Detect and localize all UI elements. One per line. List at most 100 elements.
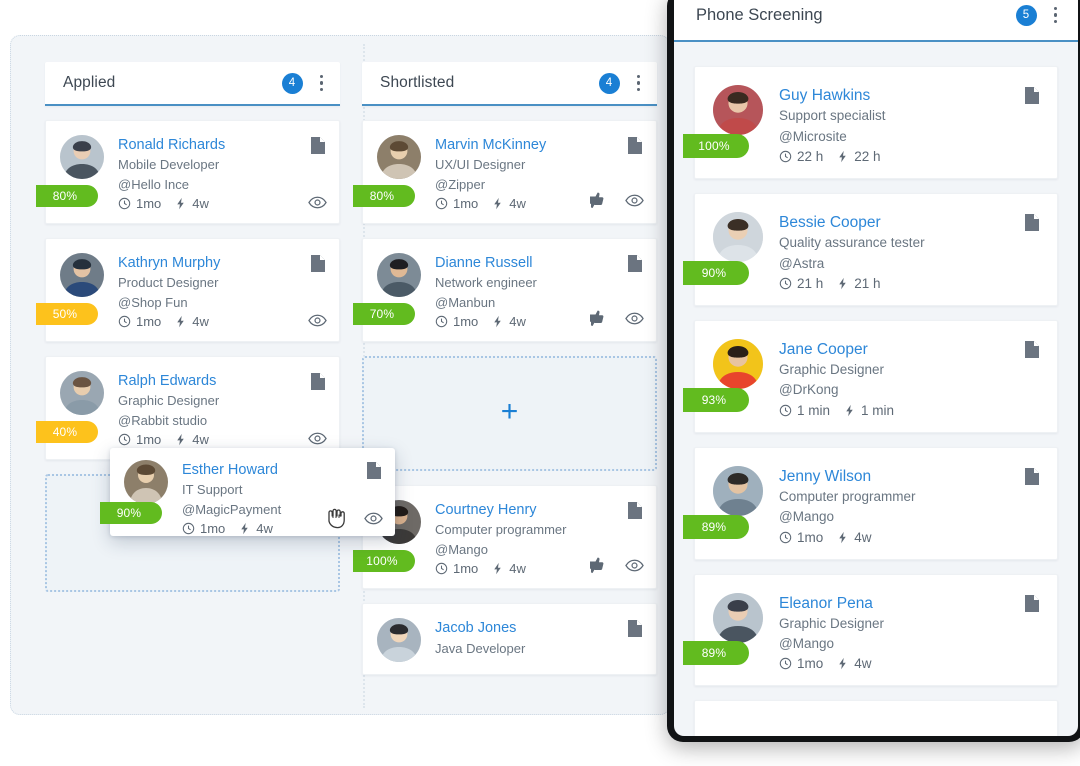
column-shortlisted: Shortlisted 4 Marvin McKinney UX/UI Desig…: [353, 62, 657, 714]
card-actions: [590, 557, 644, 574]
candidate-name[interactable]: Guy Hawkins: [779, 86, 1041, 105]
candidate-card[interactable]: Bessie Cooper Quality assurance tester @As…: [683, 192, 1058, 306]
clock-icon: [118, 433, 131, 446]
column-header-shortlisted: Shortlisted 4: [362, 62, 657, 106]
candidate-card[interactable]: Kathryn Murphy Product Designer @Shop Fun 1…: [36, 238, 340, 343]
candidate-time: 1mo: [453, 314, 479, 330]
candidate-name[interactable]: Jenny Wilson: [779, 467, 1041, 486]
match-percent-badge: 90%: [100, 502, 162, 524]
candidate-card[interactable]: Ralph Edwards Graphic Designer @Rabbit stu…: [36, 356, 340, 461]
candidate-name[interactable]: Ralph Edwards: [118, 372, 325, 390]
kebab-menu-icon[interactable]: [634, 73, 644, 94]
bolt-icon: [491, 562, 504, 575]
candidate-card[interactable]: Jacob Jones Java Developer: [362, 603, 657, 676]
candidate-name[interactable]: Eleanor Pena: [779, 594, 1041, 613]
candidate-card[interactable]: Dianne Russell Network engineer @Manbun 1mo…: [353, 238, 657, 343]
candidate-meta: 22 h 22 h: [779, 149, 1041, 164]
candidate-card[interactable]: Courtney Henry Computer programmer @Mango 1…: [353, 485, 657, 590]
match-percent-badge: 80%: [353, 185, 415, 208]
kebab-menu-icon[interactable]: [1051, 5, 1061, 26]
candidate-bolt: 4w: [509, 314, 526, 330]
candidate-name[interactable]: Jacob Jones: [435, 619, 642, 637]
column-count-badge: 4: [281, 72, 303, 94]
candidate-name[interactable]: Marvin McKinney: [435, 136, 642, 154]
match-percent-badge: 100%: [683, 133, 749, 158]
eye-icon[interactable]: [625, 312, 644, 325]
candidate-card[interactable]: Jenny Wilson Computer programmer @Mango 1mo…: [683, 446, 1058, 560]
document-icon[interactable]: [1025, 340, 1039, 358]
candidate-bolt: 4w: [256, 521, 273, 537]
candidate-company: @Hello Ince: [118, 176, 190, 192]
phone-screening-title: Phone Screening: [696, 5, 823, 24]
candidate-company: @MagicPayment: [182, 501, 282, 517]
candidate-role: Graphic Designer: [779, 615, 885, 631]
candidate-name[interactable]: Dianne Russell: [435, 254, 642, 272]
document-icon[interactable]: [628, 255, 642, 273]
document-icon[interactable]: [1025, 594, 1039, 612]
candidate-card[interactable]: Jane Cooper Graphic Designer @DrKong 1 min 1…: [683, 319, 1058, 433]
candidate-name[interactable]: Courtney Henry: [435, 501, 642, 519]
candidate-card[interactable]: Guy Hawkins Support specialist @Microsite 2…: [683, 66, 1058, 179]
candidate-role: Support specialist: [779, 108, 886, 124]
candidate-meta: 1mo 4w: [182, 521, 381, 536]
document-icon[interactable]: [311, 137, 325, 154]
eye-icon[interactable]: [364, 512, 383, 525]
document-icon[interactable]: [311, 373, 325, 391]
column-card-list-lower: Courtney Henry Computer programmer @Mango 1…: [353, 485, 657, 676]
candidate-name[interactable]: Ronald Richards: [118, 136, 325, 154]
clock-icon: [435, 562, 448, 575]
bolt-icon: [174, 433, 187, 446]
eye-icon[interactable]: [308, 432, 327, 445]
thumbs-up-down-icon[interactable]: [590, 310, 611, 327]
thumbs-up-down-icon[interactable]: [590, 192, 611, 209]
document-icon[interactable]: [1025, 213, 1039, 231]
eye-icon[interactable]: [308, 314, 327, 327]
candidate-role: Quality assurance tester: [779, 235, 925, 251]
document-icon[interactable]: [367, 462, 381, 479]
candidate-card-partial[interactable]: [694, 700, 1058, 736]
clock-icon: [779, 150, 792, 163]
match-percent-badge: 70%: [353, 303, 415, 326]
avatar: [60, 253, 104, 298]
document-icon[interactable]: [628, 620, 642, 638]
candidate-meta: 1mo 4w: [118, 432, 325, 447]
avatar: [124, 460, 168, 504]
candidate-time: 1mo: [453, 561, 479, 577]
match-percent-badge: 50%: [36, 303, 98, 326]
document-icon[interactable]: [628, 502, 642, 520]
app-root: Applied 4 Ronald Richards Mobile Develope…: [0, 0, 1080, 766]
candidate-role: IT Support: [182, 482, 243, 498]
clock-icon: [182, 522, 195, 535]
dragging-card-esther-howard[interactable]: Esther Howard IT Support @MagicPayment 1…: [100, 448, 395, 536]
candidate-bolt: 4w: [192, 314, 209, 330]
candidate-card[interactable]: Marvin McKinney UX/UI Designer @Zipper 1mo 4…: [353, 120, 657, 225]
eye-icon[interactable]: [625, 194, 644, 207]
thumbs-up-down-icon[interactable]: [590, 557, 611, 574]
candidate-card[interactable]: Ronald Richards Mobile Developer @Hello In…: [36, 120, 340, 225]
match-percent-badge: 90%: [683, 260, 749, 285]
clock-icon: [435, 315, 448, 328]
document-icon[interactable]: [1025, 87, 1039, 104]
document-icon[interactable]: [628, 137, 642, 154]
phone-screening-count-badge: 5: [1015, 4, 1037, 26]
candidate-company: @Astra: [779, 255, 825, 271]
candidate-name[interactable]: Kathryn Murphy: [118, 254, 325, 272]
column-count-badge: 4: [598, 72, 620, 94]
eye-icon[interactable]: [308, 196, 327, 209]
candidate-meta: 1 min 1 min: [779, 403, 1041, 418]
add-card-plus-icon[interactable]: +: [501, 397, 519, 427]
candidate-card[interactable]: Eleanor Pena Graphic Designer @Mango 1mo 4w 8…: [683, 573, 1058, 687]
document-icon[interactable]: [1025, 467, 1039, 485]
bolt-icon: [174, 197, 187, 210]
card-actions: [308, 432, 327, 445]
dropzone-shortlisted[interactable]: +: [362, 356, 657, 472]
column-header-applied: Applied 4: [45, 62, 340, 106]
document-icon[interactable]: [311, 255, 325, 273]
candidate-name[interactable]: Jane Cooper: [779, 340, 1041, 359]
candidate-name[interactable]: Esther Howard: [182, 461, 381, 479]
avatar: [713, 592, 763, 643]
candidate-name[interactable]: Bessie Cooper: [779, 213, 1041, 232]
match-percent-badge: 89%: [683, 514, 749, 539]
eye-icon[interactable]: [625, 559, 644, 572]
kebab-menu-icon[interactable]: [317, 73, 327, 94]
